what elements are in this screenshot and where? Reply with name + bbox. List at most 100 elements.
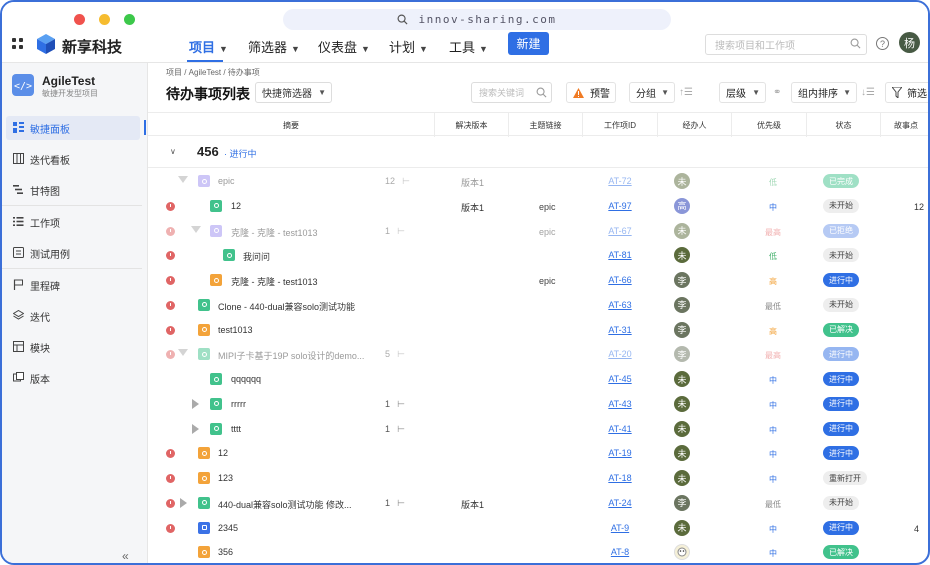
level-select[interactable]: 层级 ▼: [719, 82, 766, 103]
collapse-caret-icon[interactable]: [180, 497, 187, 508]
work-item-id-link[interactable]: AT-45: [584, 374, 656, 384]
row-title[interactable]: 2345: [218, 523, 238, 533]
topic-link[interactable]: epic: [539, 227, 556, 237]
work-item-id-link[interactable]: AT-67: [584, 226, 656, 236]
row-title[interactable]: 440-dual兼容solo测试功能 修改...: [218, 498, 352, 511]
sort-icon[interactable]: ↑☰: [679, 87, 693, 98]
subitem-count[interactable]: 1 ⊢: [385, 226, 405, 237]
status-badge[interactable]: 进行中: [823, 372, 859, 386]
work-item-id-link[interactable]: AT-63: [584, 300, 656, 310]
table-row[interactable]: 123 AT-18 未 中 重新打开: [148, 466, 928, 491]
work-item-id-link[interactable]: AT-8: [584, 547, 656, 557]
nav-dashboard[interactable]: 仪表盘 ▼: [318, 37, 370, 56]
table-row[interactable]: 克隆 - 克隆 - test1013 1 ⊢ epic AT-67 未 最高 已拒绝: [148, 219, 928, 244]
row-title[interactable]: qqqqqq: [231, 374, 261, 384]
status-badge[interactable]: 已解决: [823, 322, 859, 337]
sidebar-item-test-cases[interactable]: 测试用例: [6, 241, 140, 265]
table-row[interactable]: epic 12 ⊢ 版本1 AT-72 未 低 已完成: [148, 169, 928, 194]
column-item-id[interactable]: 工作项ID: [583, 113, 658, 137]
column-summary[interactable]: 摘要: [148, 113, 435, 137]
maximize-window-button[interactable]: [124, 14, 135, 25]
user-avatar[interactable]: 杨: [899, 32, 920, 53]
assignee-avatar[interactable]: 未: [674, 371, 690, 387]
column-priority[interactable]: 优先级: [732, 113, 807, 137]
work-item-id-link[interactable]: AT-97: [584, 201, 656, 211]
assignee-avatar[interactable]: 未: [674, 173, 690, 189]
table-row[interactable]: rrrrr 1 ⊢ AT-43 未 中 进行中: [148, 392, 928, 417]
table-row[interactable]: test1013 AT-31 李 高 已解决: [148, 318, 928, 343]
table-row[interactable]: tttt 1 ⊢ AT-41 未 中 进行中: [148, 417, 928, 442]
group-select[interactable]: 分组 ▼: [629, 82, 675, 103]
topic-link[interactable]: epic: [539, 202, 556, 212]
status-badge[interactable]: 进行中: [823, 421, 859, 436]
row-title[interactable]: 克隆 - 克隆 - test1013: [231, 226, 318, 239]
sidebar-item-work-items[interactable]: 工作项: [6, 210, 140, 234]
sidebar-collapse-button[interactable]: «: [122, 549, 129, 563]
close-window-button[interactable]: [74, 14, 85, 25]
subitem-count[interactable]: 1 ⊢: [385, 424, 405, 435]
column-status[interactable]: 状态: [807, 113, 881, 137]
nav-plan[interactable]: 计划 ▼: [389, 37, 428, 56]
subitem-count[interactable]: 1 ⊢: [385, 399, 405, 410]
link-icon[interactable]: ⚭: [773, 87, 781, 98]
status-badge[interactable]: 重新打开: [823, 471, 867, 485]
column-topic-link[interactable]: 主题链接: [509, 113, 583, 137]
keyword-search-input[interactable]: 搜索关键词: [471, 82, 552, 103]
table-row[interactable]: 我问问 AT-81 未 低 未开始: [148, 243, 928, 268]
work-item-id-link[interactable]: AT-41: [584, 424, 656, 434]
assignee-avatar[interactable]: 未: [674, 395, 690, 412]
status-badge[interactable]: 已完成: [823, 174, 859, 188]
filter-button[interactable]: 筛选: [885, 82, 928, 103]
topic-link[interactable]: epic: [539, 276, 556, 286]
app-grid-icon[interactable]: [12, 38, 24, 50]
status-badge[interactable]: 未开始: [823, 248, 859, 263]
assignee-avatar[interactable]: 李: [674, 494, 690, 511]
chevron-down-icon[interactable]: ∨: [170, 147, 176, 156]
row-title[interactable]: Clone - 440-dual兼容solo测试功能: [218, 300, 355, 313]
table-row[interactable]: 440-dual兼容solo测试功能 修改... 1 ⊢ 版本1 AT-24 李 最低 未开始: [148, 491, 928, 516]
status-badge[interactable]: 未开始: [823, 495, 859, 510]
minimize-window-button[interactable]: [99, 14, 110, 25]
table-row[interactable]: 2345 AT-9 未 中 进行中 4: [148, 516, 928, 541]
column-assignee[interactable]: 经办人: [658, 113, 732, 137]
group-header-row[interactable]: ∨ 456 · 进行中: [148, 137, 928, 168]
row-title[interactable]: 123: [218, 473, 233, 483]
sidebar-item-milestones[interactable]: 里程碑: [6, 273, 140, 297]
assignee-avatar[interactable]: 高: [674, 197, 690, 214]
address-bar[interactable]: innov-sharing.com: [283, 9, 671, 30]
inner-sort-select[interactable]: 组内排序 ▼: [791, 82, 857, 103]
work-item-id-link[interactable]: AT-19: [584, 448, 656, 458]
status-badge[interactable]: 进行中: [823, 520, 859, 535]
work-item-id-link[interactable]: AT-31: [584, 325, 656, 335]
row-title[interactable]: 12: [218, 448, 228, 458]
assignee-avatar[interactable]: 李: [674, 272, 690, 288]
expand-caret-icon[interactable]: [191, 225, 201, 233]
status-badge[interactable]: 进行中: [823, 446, 859, 461]
sidebar-item-gantt[interactable]: 甘特图: [6, 178, 140, 202]
status-badge[interactable]: 已解决: [823, 545, 859, 560]
work-item-id-link[interactable]: AT-43: [584, 399, 656, 409]
sidebar-item-agile-board[interactable]: 敏捷面板: [6, 116, 140, 140]
column-fix-version[interactable]: 解决版本: [435, 113, 509, 137]
assignee-avatar-image[interactable]: [674, 544, 690, 561]
status-badge[interactable]: 进行中: [823, 273, 859, 287]
work-item-id-link[interactable]: AT-66: [584, 275, 656, 285]
quick-filter-select[interactable]: 快捷筛选器 ▼: [255, 82, 332, 103]
work-item-id-link[interactable]: AT-18: [584, 473, 656, 483]
nav-tools[interactable]: 工具 ▼: [449, 37, 488, 56]
assignee-avatar[interactable]: 未: [674, 222, 690, 239]
row-title[interactable]: MIPI子卡基于19P solo设计的demo...: [218, 349, 364, 362]
assignee-avatar[interactable]: 未: [674, 519, 690, 536]
nav-projects[interactable]: 项目 ▼: [189, 37, 228, 56]
sort-desc-icon[interactable]: ↓☰: [861, 87, 875, 98]
status-badge[interactable]: 未开始: [823, 198, 859, 213]
help-icon[interactable]: ?: [876, 37, 889, 50]
row-title[interactable]: epic: [218, 176, 235, 186]
table-row[interactable]: qqqqqq AT-45 未 中 进行中: [148, 367, 928, 392]
assignee-avatar[interactable]: 李: [674, 346, 690, 363]
row-title[interactable]: test1013: [218, 325, 253, 335]
status-badge[interactable]: 已拒绝: [823, 223, 859, 238]
table-row[interactable]: MIPI子卡基于19P solo设计的demo... 5 ⊢ AT-20 李 最高 进行中: [148, 342, 928, 367]
row-title[interactable]: 克隆 - 克隆 - test1013: [231, 275, 318, 288]
row-title[interactable]: 我问问: [243, 250, 270, 263]
